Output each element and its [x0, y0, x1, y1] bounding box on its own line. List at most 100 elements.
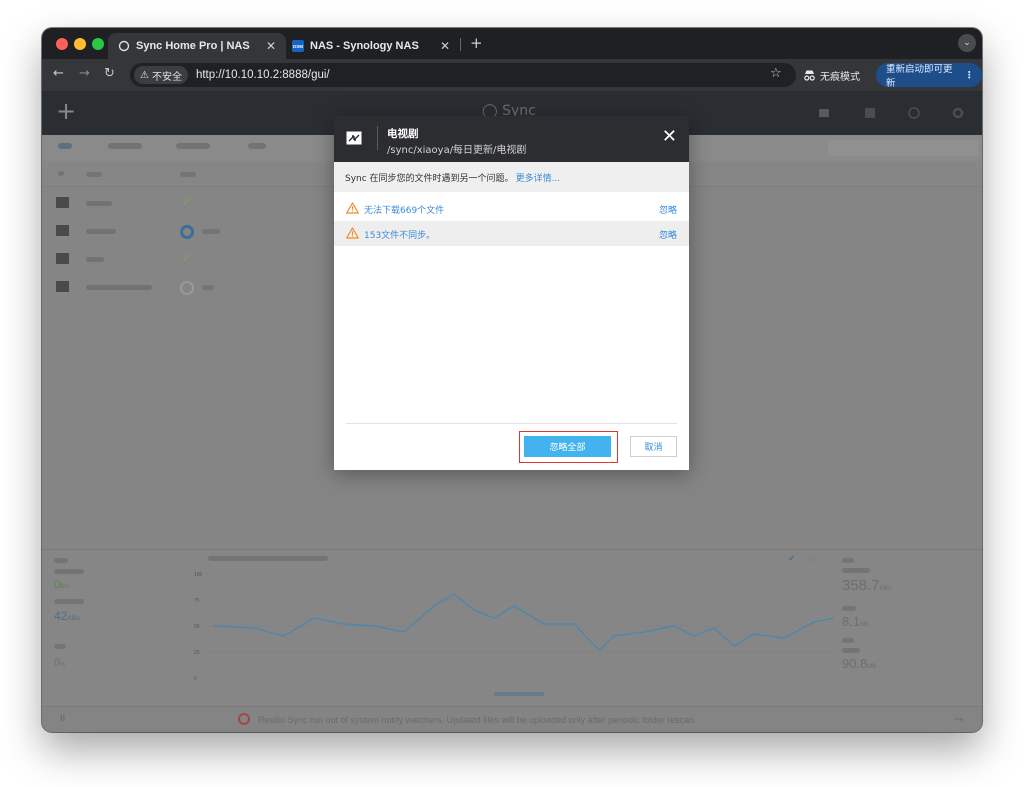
sort-icon[interactable] [58, 171, 64, 176]
y-tick: 25 [194, 650, 200, 656]
relaunch-update-button[interactable]: 重新启动即可更新 ⋮ [876, 63, 982, 89]
sync-progress-ring-icon [180, 225, 194, 239]
issue-text[interactable]: 153文件不同步。 [364, 228, 435, 241]
filter-disconnected[interactable] [176, 143, 210, 149]
uploaded-size: 90.8MB [842, 656, 877, 671]
cpu-label [54, 644, 66, 649]
transfer-line [213, 593, 834, 651]
new-tab-plus-icon[interactable]: + [470, 34, 483, 52]
close-window-button[interactable] [56, 38, 68, 50]
close-tab-icon[interactable]: ✕ [440, 39, 450, 53]
folder-name [86, 229, 116, 234]
error-icon [238, 713, 250, 725]
folder-name [86, 285, 152, 290]
tab-synology-nas[interactable]: DSM NAS - Synology NAS ✕ [282, 33, 460, 59]
filter-active[interactable] [108, 143, 142, 149]
stats-right-label [842, 558, 854, 563]
header-divider [377, 126, 378, 150]
tab-sync-home[interactable]: Sync Home Pro | NAS ✕ [108, 33, 286, 59]
speed-graph-icon[interactable]: ⤳ [954, 712, 964, 727]
folder-search-input[interactable] [828, 140, 978, 156]
history-icon[interactable] [908, 107, 920, 119]
column-name[interactable] [86, 172, 102, 177]
address-bar[interactable]: ⚠ 不安全 http://10.10.10.2:8888/gui/ [130, 63, 796, 87]
tab-title: NAS - Synology NAS [310, 40, 419, 52]
issue-row: 153文件不同步。 忽略 [334, 221, 689, 246]
folders-icon[interactable] [818, 107, 830, 119]
close-icon[interactable]: ✕ [662, 128, 677, 146]
chart-info-icon[interactable]: ⓘ [810, 554, 818, 565]
tab-separator [460, 38, 461, 51]
stats-right-label [842, 568, 870, 573]
pause-icon[interactable]: II [60, 714, 65, 724]
folder-icon [56, 253, 69, 264]
folder-issues-dialog: 电视剧 /sync/xiaoya/每日更新/电视剧 ✕ Sync 在同步您的文件… [334, 116, 689, 470]
warning-icon [346, 227, 359, 239]
settings-gear-icon[interactable] [952, 107, 964, 119]
folder-icon [56, 225, 69, 236]
synced-check-icon: ✔ [182, 251, 193, 266]
status-message: Resilio Sync run out of system notify wa… [258, 715, 695, 725]
download-label [54, 599, 84, 604]
stats-heading [54, 558, 68, 563]
warning-triangle-icon: ⚠ [140, 69, 149, 81]
transfer-chart: 100 75 50 25 0 [194, 572, 834, 696]
stats-right-label [842, 606, 856, 611]
dsm-favicon-icon: DSM [292, 40, 304, 52]
panel-collapse-icon[interactable]: ⌄ [960, 554, 967, 563]
sync-folder-icon [346, 131, 362, 145]
chart-warning-icon: ⚠ [194, 554, 202, 563]
cancel-button[interactable]: 取消 [630, 436, 677, 457]
y-tick: 0 [194, 676, 197, 682]
folder-path: /sync/xiaoya/每日更新/电视剧 [387, 145, 527, 156]
y-tick: 100 [194, 572, 203, 578]
folder-name [86, 257, 104, 262]
folder-name [86, 201, 112, 206]
info-text: Sync 在同步您的文件时遇到另一个问题。 [345, 173, 514, 184]
more-details-link[interactable]: 更多详情... [516, 171, 561, 184]
chart-warning-text [208, 556, 328, 561]
sync-favicon-icon [118, 40, 130, 52]
stats-right-label [842, 648, 860, 653]
download-rate: 42KB/s [54, 609, 81, 623]
back-arrow-icon[interactable]: ← [53, 66, 64, 81]
incognito-icon [804, 70, 815, 81]
minimize-window-button[interactable] [74, 38, 86, 50]
ignore-issue-link[interactable]: 忽略 [659, 228, 677, 241]
filter-all[interactable] [58, 143, 72, 149]
ignore-all-button[interactable]: 忽略全部 [524, 436, 611, 457]
issue-text[interactable]: 无法下载669个文件 [364, 203, 444, 216]
incognito-label: 无痕模式 [820, 71, 860, 83]
sync-percent [202, 229, 220, 234]
warning-icon [346, 202, 359, 214]
relaunch-label: 重新启动即可更新 [886, 64, 953, 89]
add-folder-icon[interactable]: + [56, 97, 76, 125]
tab-title: Sync Home Pro | NAS [136, 40, 250, 52]
folder-icon [56, 281, 69, 292]
chart-check-icon[interactable]: ✔ [788, 554, 796, 564]
transfer-rate: 358.7KB/s [842, 577, 893, 594]
filter-local[interactable] [248, 143, 266, 149]
incognito-indicator[interactable]: 无痕模式 [803, 64, 860, 86]
security-label: 不安全 [151, 71, 182, 83]
ignore-issue-link[interactable]: 忽略 [659, 203, 677, 216]
forward-arrow-icon[interactable]: → [79, 66, 90, 81]
y-tick: 50 [194, 624, 200, 630]
close-tab-icon[interactable]: ✕ [266, 39, 276, 53]
y-tick: 75 [194, 598, 200, 604]
zoom-window-button[interactable] [92, 38, 104, 50]
time-range-selector[interactable] [494, 692, 544, 696]
bookmark-star-icon[interactable]: ☆ [770, 66, 782, 81]
cpu-value: 0% [54, 657, 66, 669]
security-chip[interactable]: ⚠ 不安全 [134, 66, 188, 84]
reload-icon[interactable]: ↻ [104, 66, 115, 81]
tab-search-chevron-icon[interactable]: ⌄ [958, 34, 976, 52]
dialog-header: 电视剧 /sync/xiaoya/每日更新/电视剧 ✕ [334, 116, 689, 162]
column-status[interactable] [180, 172, 196, 177]
more-menu-icon[interactable]: ⋮ [965, 70, 975, 81]
dialog-title: 电视剧 [387, 128, 419, 140]
issue-row: 无法下载669个文件 忽略 [334, 196, 689, 221]
downloaded-size: 8.1MB [842, 614, 870, 629]
devices-icon[interactable] [864, 107, 876, 119]
upload-label [54, 569, 84, 574]
